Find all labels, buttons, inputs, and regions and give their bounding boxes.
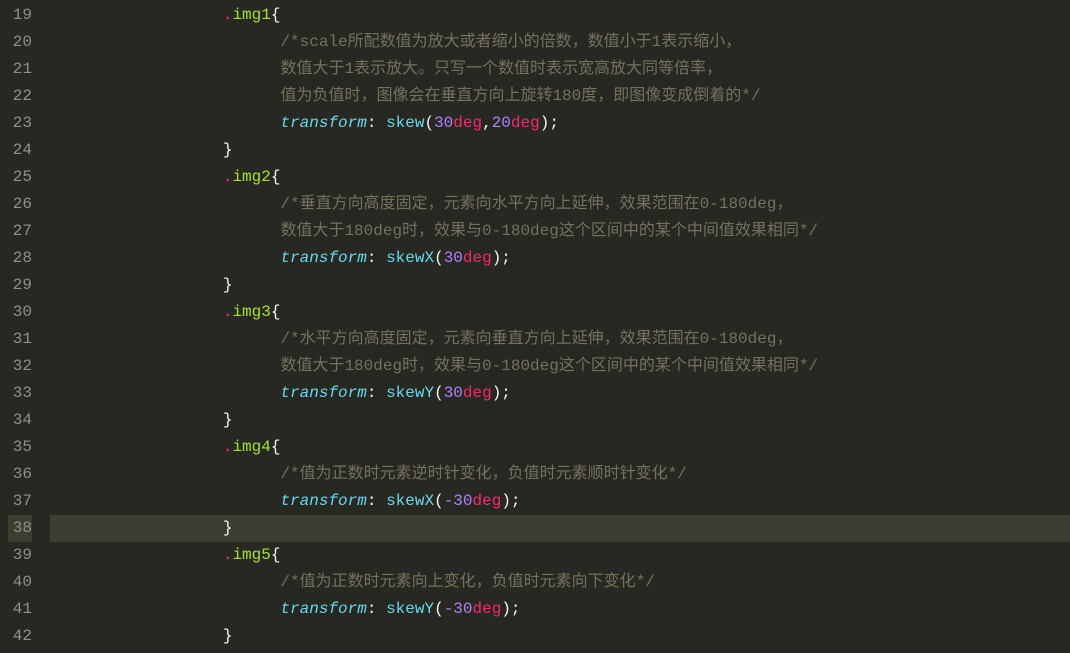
- line-number: 34: [8, 407, 32, 434]
- code-line[interactable]: /*水平方向高度固定，元素向垂直方向上延伸，效果范围在0-180deg，: [50, 326, 1070, 353]
- code-line[interactable]: /*值为正数时元素向上变化，负值时元素向下变化*/: [50, 569, 1070, 596]
- line-number: 36: [8, 461, 32, 488]
- line-number: 41: [8, 596, 32, 623]
- line-number: 32: [8, 353, 32, 380]
- line-number: 25: [8, 164, 32, 191]
- line-number-gutter: 1920212223242526272829303132333435363738…: [0, 0, 50, 653]
- line-number: 40: [8, 569, 32, 596]
- line-number: 31: [8, 326, 32, 353]
- code-line[interactable]: /*垂直方向高度固定，元素向水平方向上延伸，效果范围在0-180deg，: [50, 191, 1070, 218]
- line-number: 33: [8, 380, 32, 407]
- code-line[interactable]: 数值大于180deg时，效果与0-180deg这个区间中的某个中间值效果相同*/: [50, 218, 1070, 245]
- code-line[interactable]: 数值大于180deg时，效果与0-180deg这个区间中的某个中间值效果相同*/: [50, 353, 1070, 380]
- code-line[interactable]: .img3{: [50, 299, 1070, 326]
- code-area[interactable]: .img1{ /*scale所配数值为放大或者缩小的倍数，数值小于1表示缩小， …: [50, 0, 1070, 653]
- code-line[interactable]: transform: skew(30deg,20deg);: [50, 110, 1070, 137]
- line-number: 23: [8, 110, 32, 137]
- code-line[interactable]: transform: skewY(30deg);: [50, 380, 1070, 407]
- line-number: 38: [8, 515, 32, 542]
- code-line[interactable]: }: [50, 272, 1070, 299]
- code-line[interactable]: .img1{: [50, 2, 1070, 29]
- line-number: 30: [8, 299, 32, 326]
- line-number: 39: [8, 542, 32, 569]
- line-number: 37: [8, 488, 32, 515]
- line-number: 28: [8, 245, 32, 272]
- code-line[interactable]: 值为负值时，图像会在垂直方向上旋转180度，即图像变成倒着的*/: [50, 83, 1070, 110]
- line-number: 22: [8, 83, 32, 110]
- code-line[interactable]: }: [50, 623, 1070, 650]
- code-line[interactable]: transform: skewY(-30deg);: [50, 596, 1070, 623]
- code-line[interactable]: }: [50, 407, 1070, 434]
- code-line[interactable]: transform: skewX(30deg);: [50, 245, 1070, 272]
- code-line[interactable]: .img4{: [50, 434, 1070, 461]
- code-line[interactable]: .img5{: [50, 542, 1070, 569]
- code-line[interactable]: transform: skewX(-30deg);: [50, 488, 1070, 515]
- code-line[interactable]: 数值大于1表示放大。只写一个数值时表示宽高放大同等倍率，: [50, 56, 1070, 83]
- code-line[interactable]: /*scale所配数值为放大或者缩小的倍数，数值小于1表示缩小，: [50, 29, 1070, 56]
- code-line[interactable]: }: [50, 515, 1070, 542]
- line-number: 21: [8, 56, 32, 83]
- line-number: 29: [8, 272, 32, 299]
- line-number: 20: [8, 29, 32, 56]
- line-number: 42: [8, 623, 32, 650]
- code-line[interactable]: .img2{: [50, 164, 1070, 191]
- line-number: 24: [8, 137, 32, 164]
- code-line[interactable]: }: [50, 137, 1070, 164]
- code-line[interactable]: /*值为正数时元素逆时针变化，负值时元素顺时针变化*/: [50, 461, 1070, 488]
- line-number: 19: [8, 2, 32, 29]
- line-number: 35: [8, 434, 32, 461]
- line-number: 27: [8, 218, 32, 245]
- line-number: 26: [8, 191, 32, 218]
- code-editor: 1920212223242526272829303132333435363738…: [0, 0, 1070, 653]
